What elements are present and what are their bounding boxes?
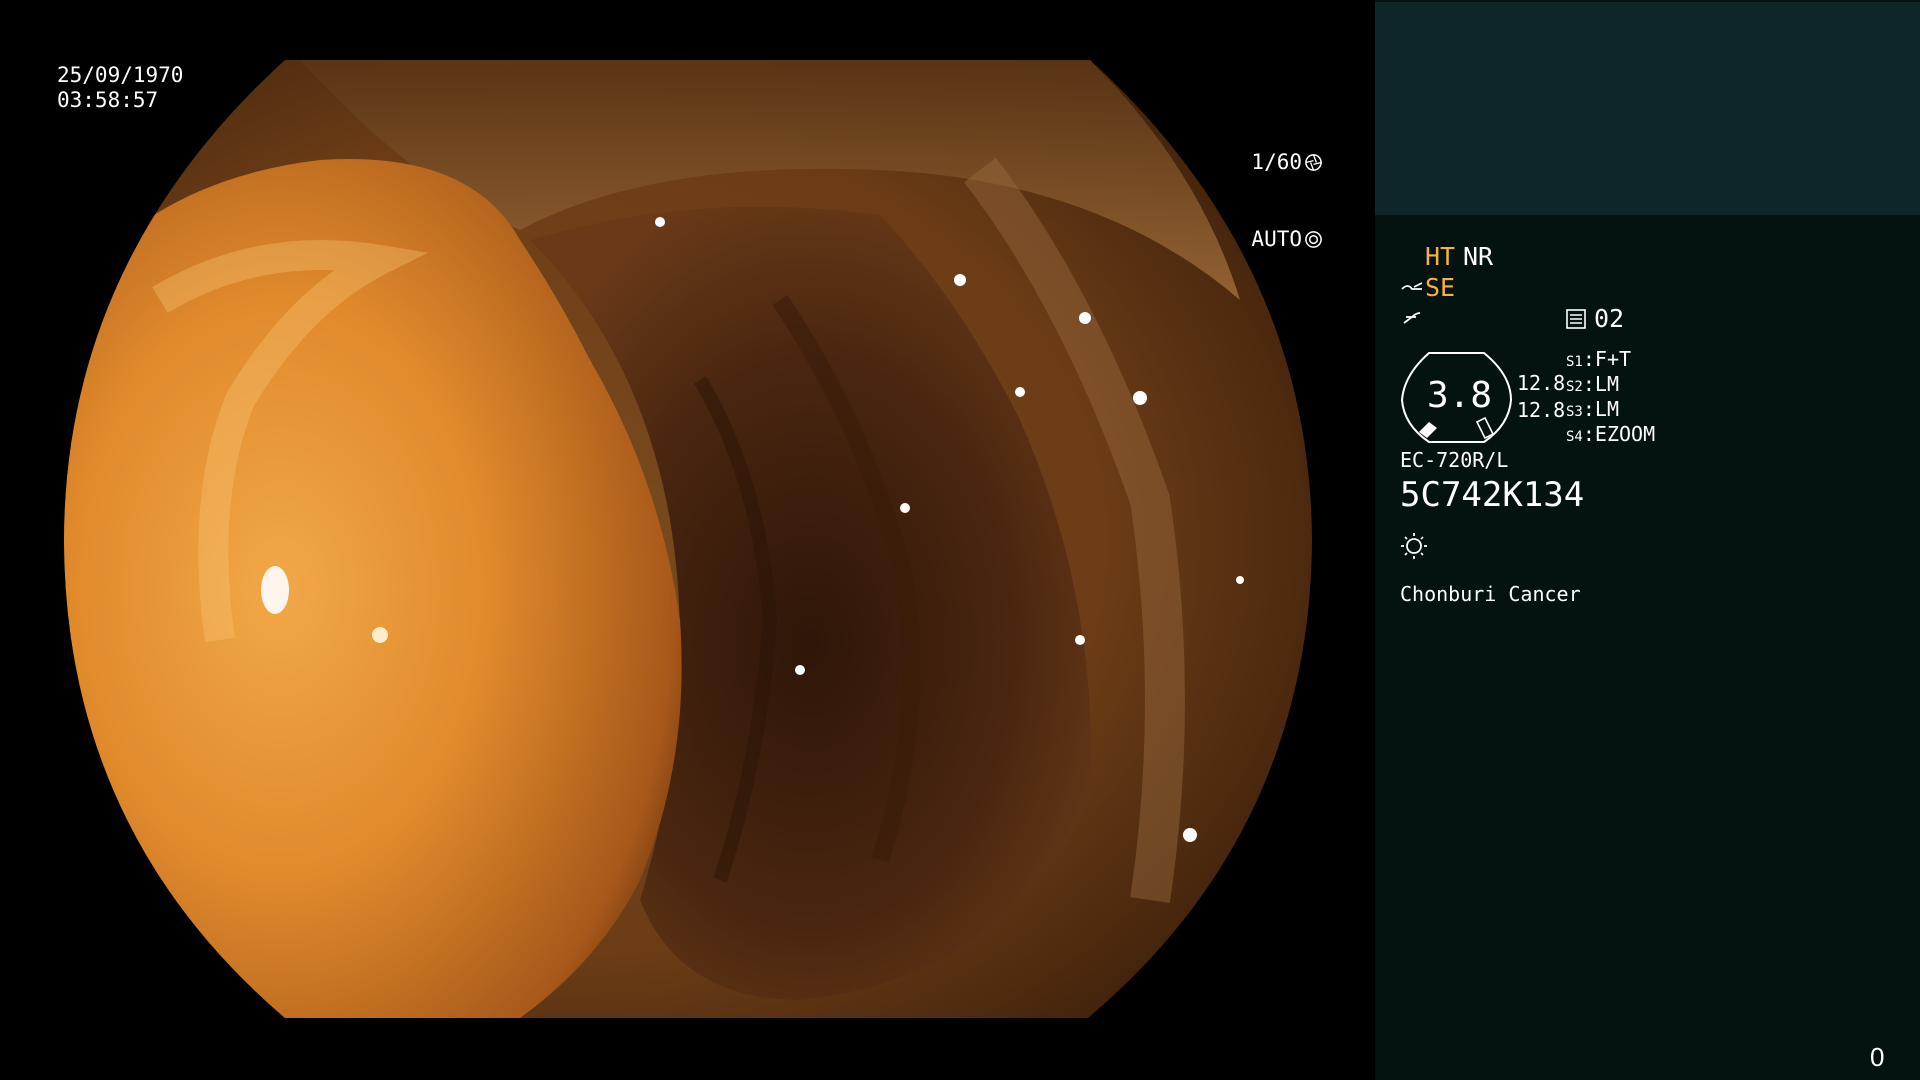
switch-row-s3: S3:LM [1566,397,1619,421]
endoscopic-image [64,60,1312,1018]
datetime-readout: 25/09/1970 03:58:57 [57,63,183,113]
scope-model: EC-720R/L [1400,448,1509,472]
switch-key: S1 [1566,354,1583,370]
switch-value: EZOOM [1594,422,1656,446]
shutter-row: 1/60 [1251,149,1323,176]
switch-key: S3 [1566,404,1583,420]
frame-counter: 0 [1870,1042,1885,1072]
iris-icon [1305,231,1322,248]
gauge-value-1: 12.8 [1517,371,1566,395]
nr-indicator: NR [1463,242,1494,271]
aperture-icon [1305,154,1322,171]
white-balance-icon [1403,312,1421,324]
shutter-speed-text: 1/60 [1251,150,1302,174]
switch-row-s1: S1:F+T [1566,347,1632,371]
edge-enhance-icon [1401,282,1423,290]
zoom-value: 3.8 [1427,375,1493,416]
date-text: 25/09/1970 [57,63,184,87]
status-panel: HT NR SE 02 3.8 12.8 12.8 S1:F+T S2:LM S… [1375,0,1920,1080]
panel-header-area [1375,2,1920,215]
hospital-name: Chonburi Cancer [1400,582,1581,606]
switch-row-s2: S2:LM [1566,372,1619,396]
switch-value: F+T [1594,347,1632,371]
iris-row: AUTO [1251,226,1323,253]
program-number: 02 [1594,304,1625,333]
memory-card-icon [1566,309,1586,329]
switch-key: S4 [1566,429,1583,445]
gauge-value-2: 12.8 [1517,398,1566,422]
switch-value: LM [1594,372,1619,396]
switch-value: LM [1594,397,1619,421]
iris-mode-text: AUTO [1251,227,1302,251]
time-text: 03:58:57 [57,88,159,112]
endoscopy-view: 25/09/1970 03:58:57 1/60 AUTO [0,0,1375,1080]
se-indicator: SE [1425,273,1456,302]
lamp-icon [1401,533,1427,559]
scope-serial: 5C742K134 [1400,475,1585,515]
switch-key: S2 [1566,379,1583,395]
exposure-readout: 1/60 AUTO [1251,99,1323,303]
switch-row-s4: S4:EZOOM [1566,422,1656,446]
ht-indicator: HT [1425,242,1456,271]
